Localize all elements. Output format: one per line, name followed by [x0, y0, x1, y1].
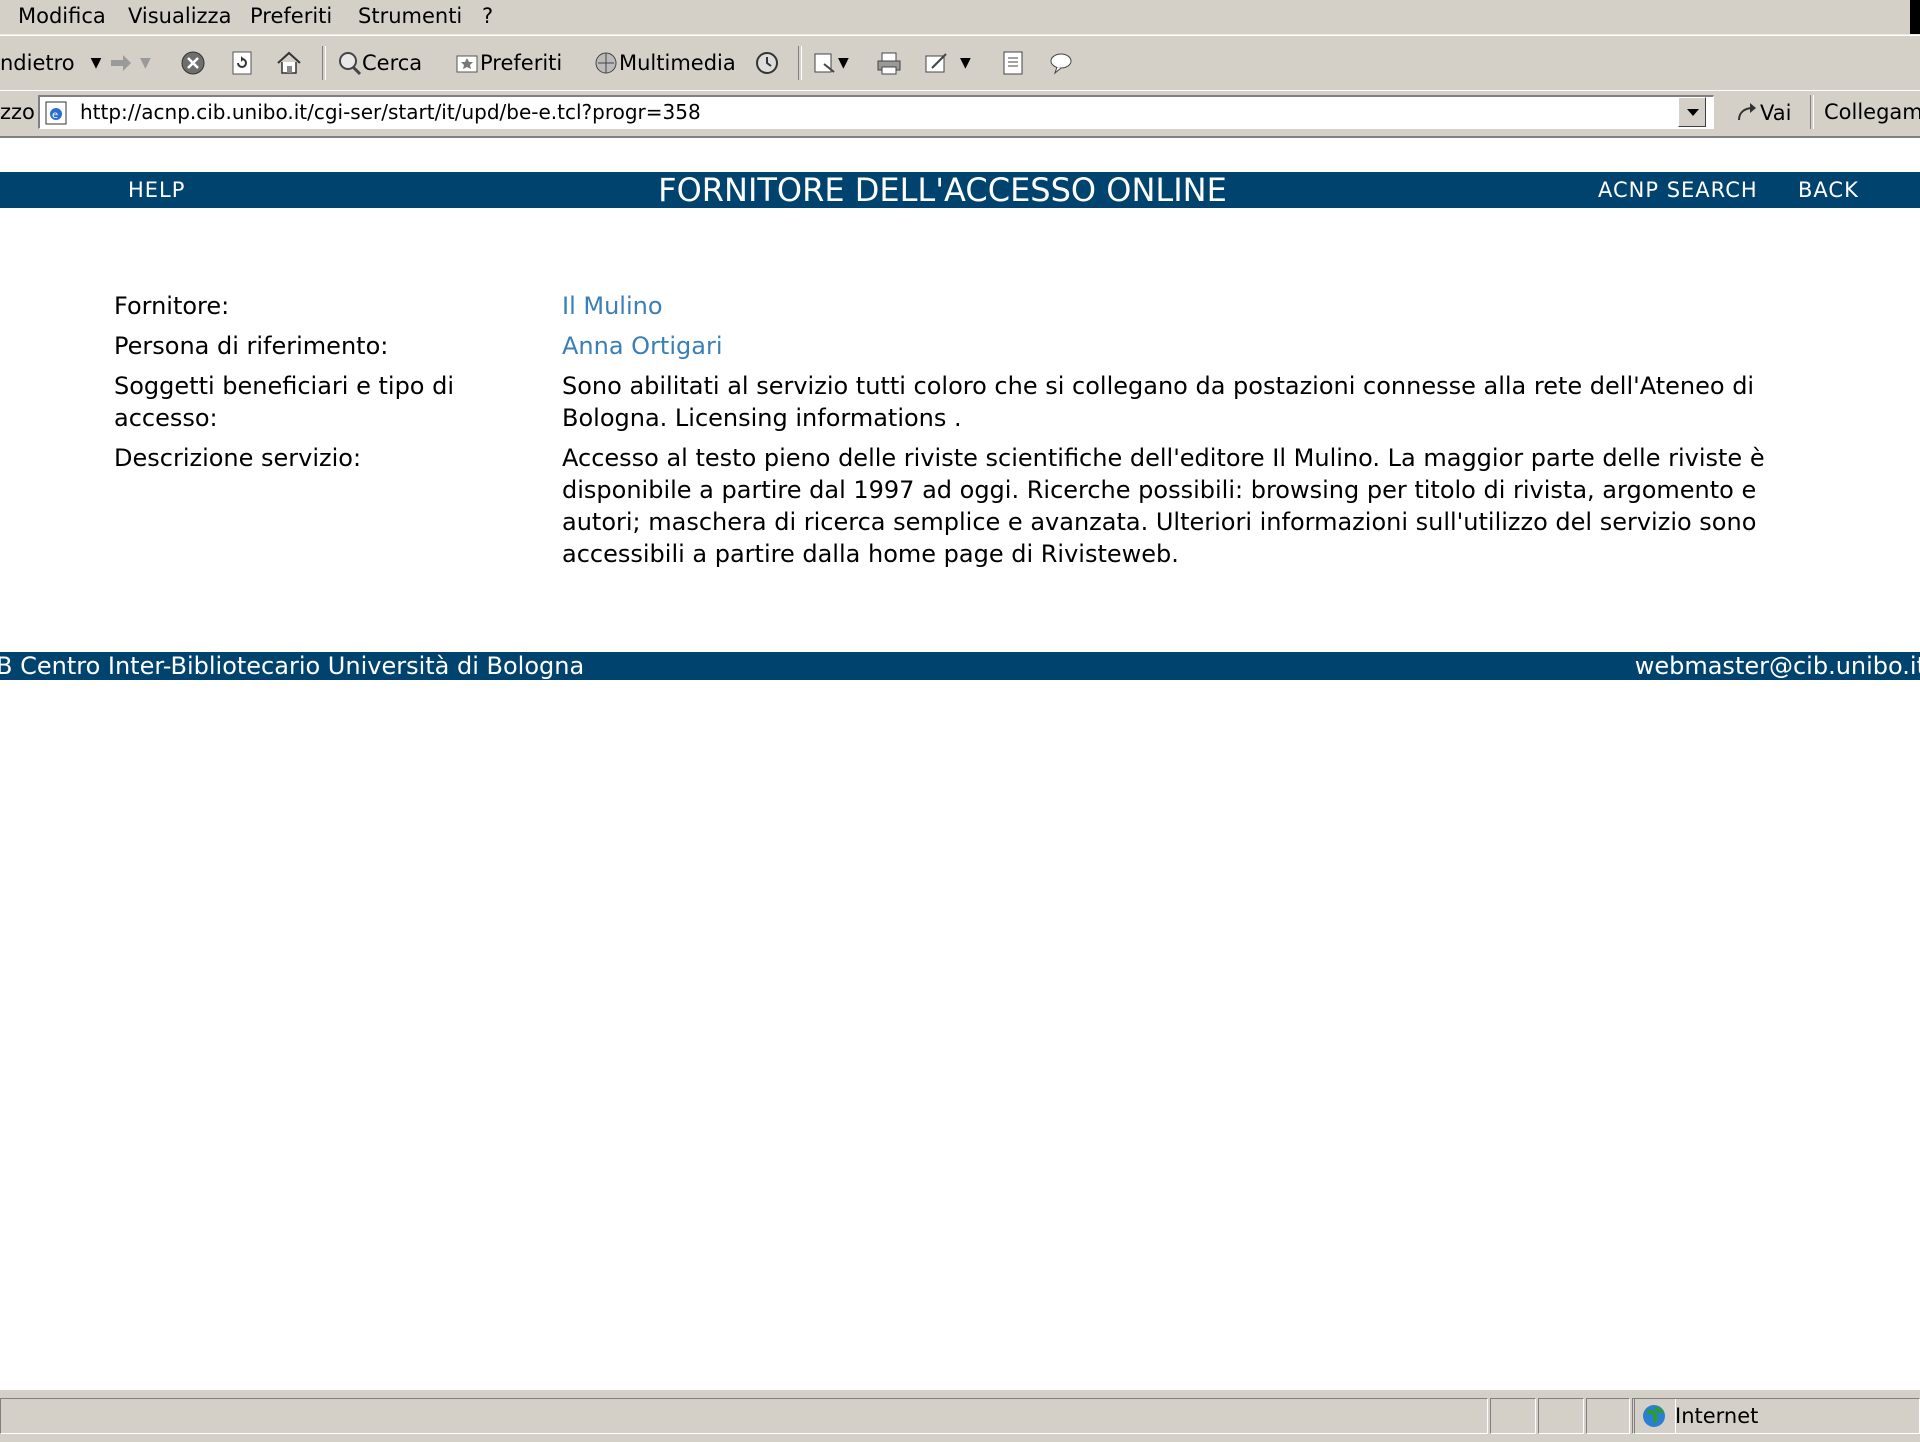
edit-dropdown-icon: ▼: [960, 55, 971, 71]
address-url[interactable]: http://acnp.cib.unibo.it/cgi-ser/start/i…: [80, 100, 701, 124]
menu-modifica[interactable]: Modifica: [18, 4, 106, 28]
discuss-button[interactable]: [1000, 50, 1026, 76]
access-row: Soggetti beneficiari e tipo di accesso: …: [114, 370, 1794, 434]
back-button[interactable]: ndietro ▼: [0, 50, 101, 76]
svg-text:e: e: [52, 110, 58, 121]
ie-page-icon: e: [45, 101, 67, 125]
history-button[interactable]: [754, 50, 780, 76]
service-value: Accesso al testo pieno delle riviste sci…: [562, 444, 1765, 568]
search-button-label: Cerca: [362, 51, 423, 75]
security-zone-pane: Internet: [1634, 1398, 1920, 1434]
contact-label: Persona di riferimento:: [114, 332, 389, 360]
status-pane: [1586, 1398, 1630, 1434]
home-button[interactable]: [276, 50, 302, 76]
forward-dropdown-icon: ▼: [140, 55, 151, 71]
provider-link[interactable]: Il Mulino: [562, 290, 1794, 322]
stop-icon: [181, 51, 205, 75]
chat-bubble-icon: [1050, 53, 1072, 75]
forward-button[interactable]: ▼: [108, 50, 151, 76]
provider-label: Fornitore:: [114, 292, 230, 320]
print-button[interactable]: [876, 50, 902, 76]
mail-dropdown-icon: ▼: [838, 55, 849, 71]
service-row: Descrizione servizio: Accesso al testo p…: [114, 442, 1794, 570]
forward-arrow-icon: [111, 55, 131, 71]
go-button[interactable]: Vai: [1734, 100, 1791, 126]
menu-preferiti[interactable]: Preferiti: [250, 4, 332, 28]
history-icon: [756, 52, 778, 74]
refresh-icon: [232, 51, 252, 75]
document-icon: [1003, 51, 1023, 75]
status-bar: Internet: [0, 1388, 1920, 1442]
contact-row: Persona di riferimento: Anna Ortigari: [114, 330, 1794, 362]
contact-link[interactable]: Anna Ortigari: [562, 330, 1794, 362]
search-button[interactable]: Cerca: [336, 50, 422, 76]
printer-icon: [877, 52, 901, 75]
back-dropdown-icon[interactable]: ▼: [91, 50, 102, 76]
menu-bar: Modifica Visualizza Preferiti Strumenti …: [0, 0, 1920, 35]
page-header-bar: HELP FORNITORE DELL'ACCESSO ONLINE ACNP …: [0, 172, 1920, 208]
status-pane: [1538, 1398, 1584, 1434]
search-icon: [339, 52, 362, 76]
menu-visualizza[interactable]: Visualizza: [128, 4, 231, 28]
mail-button[interactable]: ▼: [812, 50, 849, 76]
mail-icon: [814, 53, 835, 73]
media-icon: [595, 52, 617, 74]
toolbar-separator: [798, 46, 802, 80]
favorites-button[interactable]: Preferiti: [454, 50, 562, 76]
footer-bar: B Centro Inter-Bibliotecario Università …: [0, 652, 1920, 680]
toolbar: ndietro ▼ ▼ Cerca Preferiti Multimedia ▼…: [0, 35, 1920, 91]
service-label: Descrizione servizio:: [114, 444, 362, 472]
footer-credit: B Centro Inter-Bibliotecario Università …: [0, 652, 585, 680]
refresh-button[interactable]: [229, 50, 255, 76]
links-button[interactable]: Collegame: [1824, 100, 1920, 124]
stop-button[interactable]: [180, 50, 206, 76]
menu-help[interactable]: ?: [482, 4, 493, 28]
toolbar-separator: [1810, 95, 1814, 129]
favorites-icon: [456, 55, 478, 73]
back-button-label: ndietro: [0, 51, 75, 75]
go-label: Vai: [1760, 101, 1792, 125]
address-dropdown-icon[interactable]: [1678, 97, 1706, 127]
acnp-search-link[interactable]: ACNP SEARCH: [1598, 178, 1758, 202]
edit-button[interactable]: ▼: [924, 50, 971, 76]
status-pane: [1490, 1398, 1536, 1434]
address-label: zzo: [0, 100, 35, 124]
access-value: Sono abilitati al servizio tutti coloro …: [562, 372, 1755, 432]
favorites-button-label: Preferiti: [480, 51, 563, 75]
access-label: Soggetti beneficiari e tipo di accesso:: [114, 372, 455, 432]
edit-icon: [925, 53, 947, 73]
menu-strumenti[interactable]: Strumenti: [358, 4, 462, 28]
home-icon: [277, 51, 301, 74]
window-edge: [1910, 0, 1920, 34]
webmaster-email-link[interactable]: webmaster@cib.unibo.it: [1635, 652, 1920, 680]
globe-icon: [1643, 1405, 1665, 1427]
back-link[interactable]: BACK: [1798, 178, 1859, 202]
toolbar-separator: [322, 46, 326, 80]
go-arrow-icon: [1738, 103, 1756, 121]
media-button-label: Multimedia: [619, 51, 736, 75]
address-field[interactable]: e http://acnp.cib.unibo.it/cgi-ser/start…: [38, 95, 1714, 129]
messenger-button[interactable]: [1048, 50, 1074, 76]
zone-label: Internet: [1675, 1404, 1759, 1428]
address-bar: zzo e http://acnp.cib.unibo.it/cgi-ser/s…: [0, 90, 1920, 138]
provider-row: Fornitore: Il Mulino: [114, 290, 1794, 322]
media-button[interactable]: Multimedia: [593, 50, 736, 76]
status-message-pane: [0, 1398, 1488, 1434]
